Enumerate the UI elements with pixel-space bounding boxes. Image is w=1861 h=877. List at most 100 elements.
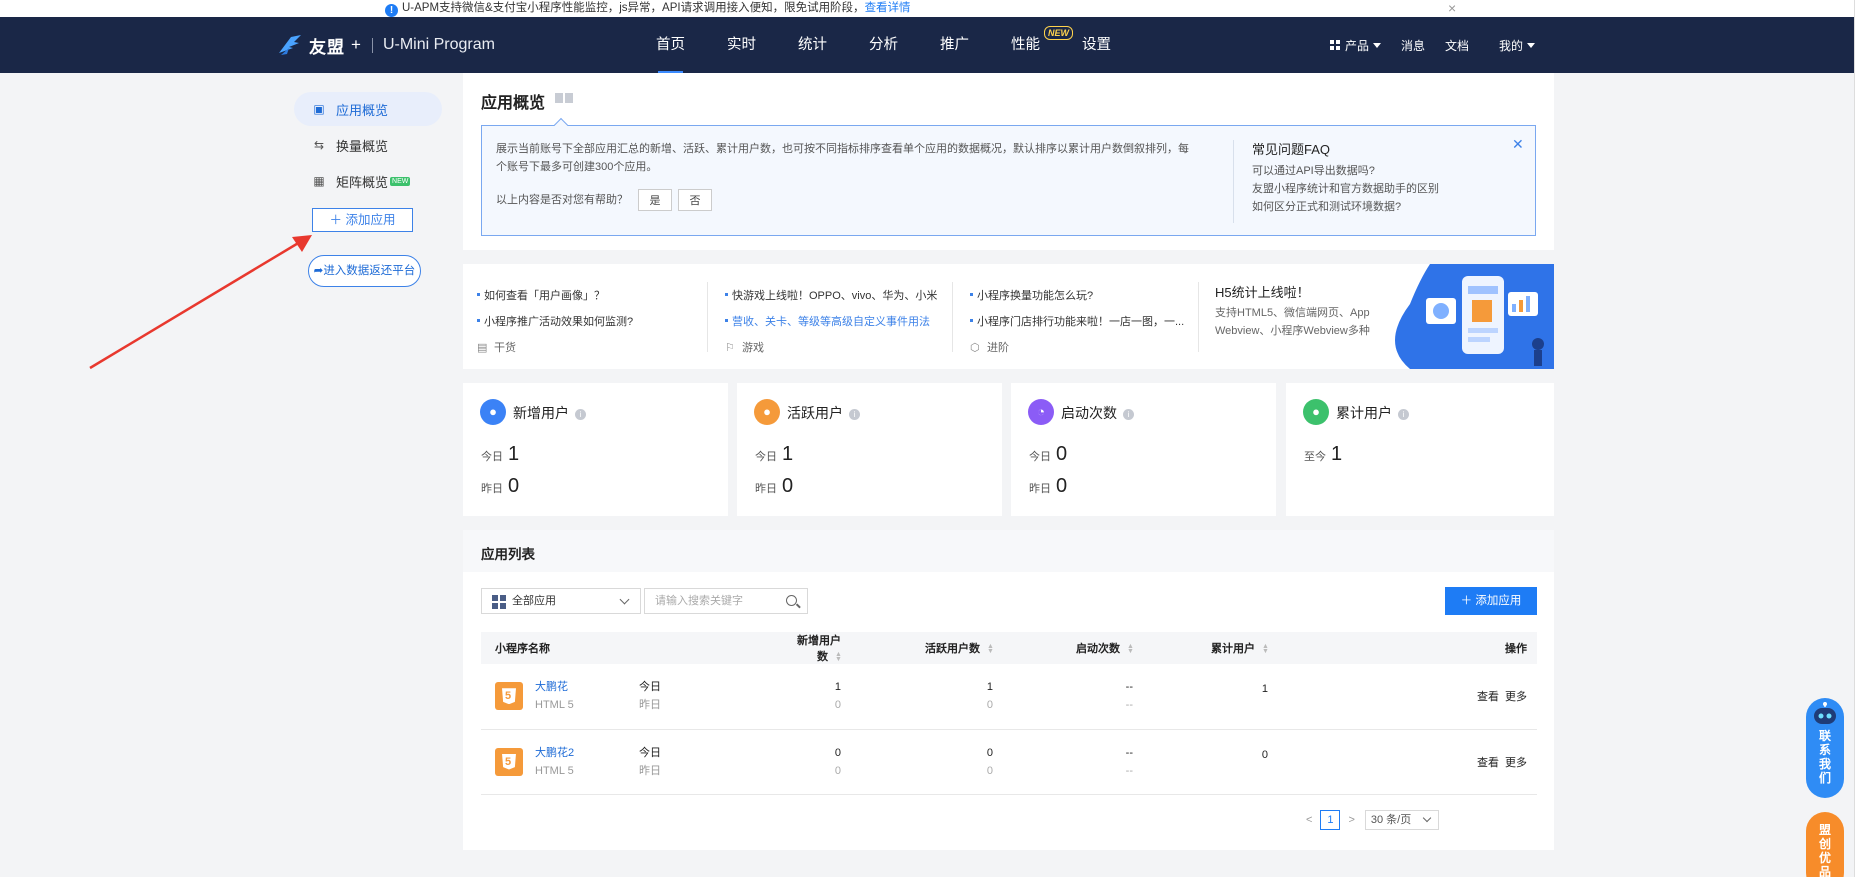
help-icon[interactable]: i [1398,409,1409,420]
info-box: 展示当前账号下全部应用汇总的新增、活跃、累计用户数，也可按不同指标排序查看单个应… [481,117,1536,236]
page-number[interactable]: 1 [1320,810,1341,830]
sidebar-add-app-button[interactable]: ＋ 添加应用 [312,208,413,232]
stat-row: 今日 0 [1029,443,1068,465]
enter-platform-button[interactable]: ➦进入数据返还平台 [308,255,421,287]
union-products-widget[interactable]: 盟创优品 [1806,812,1844,877]
mine-menu[interactable]: 我的 [1499,37,1536,54]
help-icon[interactable]: i [1123,409,1134,420]
divider [1198,282,1199,352]
page-size-select[interactable]: 30 条/页 [1364,810,1439,830]
sort-icon[interactable]: ▲ ▼ [1127,643,1134,655]
view-link[interactable]: 查看 [1477,757,1499,769]
col-new-users[interactable]: 新增用户数 ▲ ▼ [781,632,851,664]
promo-link[interactable]: 快游戏上线啦！OPPO、vivo、华为、小米 [725,283,937,309]
launch-icon: ◔ [1028,399,1054,425]
new-tag: NEW [390,176,411,186]
no-button[interactable]: 否 [678,189,712,211]
messages-link[interactable]: 消息 [1401,37,1425,54]
nav-stats[interactable]: 统计 [798,17,827,73]
h5-illustration[interactable] [1390,264,1554,369]
app-name-link[interactable]: 大鹏花 [535,678,639,696]
col-actions: 操作 [1278,632,1537,664]
chevron-down-icon [1422,813,1432,823]
promo-link[interactable]: 小程序换量功能怎么玩? [970,283,1184,309]
nav-label: 性能 [1011,37,1040,53]
user-add-icon: ● [480,399,506,425]
nav-analysis[interactable]: 分析 [869,17,898,73]
user-active-icon: ● [754,399,780,425]
brand-name: 友盟 [309,37,345,57]
nav-settings[interactable]: 设置 [1082,17,1111,73]
enter-platform-label: 进入数据返还平台 [323,265,416,277]
sort-icon[interactable]: ▲ ▼ [1262,643,1269,655]
promo-column: 小程序换量功能怎么玩? 小程序门店排行功能来啦！一店一图，一... ⬡ 进阶 [970,283,1184,361]
view-link[interactable]: 查看 [1477,691,1499,703]
help-icon[interactable]: i [575,409,586,420]
search-icon[interactable] [786,595,797,606]
book-icon[interactable] [555,92,573,104]
yes-button[interactable]: 是 [638,189,672,211]
next-page-button[interactable]: > [1348,814,1354,826]
col-active-users[interactable]: 活跃用户数 ▲ ▼ [851,632,1003,664]
docs-link[interactable]: 文档 [1445,37,1469,54]
logo-bird-icon [279,35,301,55]
app-name-link[interactable]: 大鹏花2 [535,744,639,762]
logo[interactable]: 友盟 + U-Mini Program [277,32,495,58]
table-row: 大鹏花2HTML 5 今日昨日 00 00 ---- 0 查看更多 [481,729,1537,795]
promo-link[interactable]: 小程序推广活动效果如何监测? [477,309,633,335]
divider [1233,140,1234,223]
promo-link[interactable]: 小程序门店排行功能来啦！一店一图，一... [970,309,1184,335]
sidebar-item-app-overview[interactable]: ▣ 应用概览 [294,92,442,126]
feedback-row: 以上内容是否对您有帮助？ 是 否 [496,189,712,211]
promo-column: 如何查看「用户画像」？ 小程序推广活动效果如何监测? ▤ 干货 [477,283,633,361]
nav-label: 统计 [798,37,827,53]
notice-link[interactable]: 查看详情 [865,2,911,14]
faq-link[interactable]: 友盟小程序统计和官方数据助手的区别 [1252,180,1439,198]
products-menu[interactable]: 产品 [1330,37,1382,54]
nav-promotion[interactable]: 推广 [940,17,969,73]
sort-icon[interactable]: ▲ ▼ [835,651,842,663]
sort-icon[interactable]: ▲ ▼ [987,643,994,655]
h5-promo-title[interactable]: H5统计上线啦！ [1215,282,1310,301]
stat-row: 至今 1 [1304,443,1343,465]
chevron-down-icon [619,594,630,605]
search-input[interactable]: 请输入搜索关键字 [644,588,808,614]
faq-link[interactable]: 可以通过API导出数据吗? [1252,162,1439,180]
pagination: < 1 > 30 条/页 [1306,810,1439,830]
promo-link[interactable]: 营收、关卡、等级等高级自定义事件用法 [725,309,937,335]
add-app-label: 添加应用 [1475,595,1522,607]
nav-home[interactable]: 首页 [656,17,685,73]
col-total-users[interactable]: 累计用户 ▲ ▼ [1143,632,1278,664]
sidebar-item-swap-overview[interactable]: ⇆ 换量概览 [294,128,442,162]
prev-page-button[interactable]: < [1306,814,1312,826]
app-table: 小程序名称 新增用户数▲▼ 活跃用户数▲▼ 启动次数▲▼ 累计用户▲▼ 操作 大… [481,632,1537,795]
contact-us-widget[interactable]: 联系我们 [1806,698,1844,798]
faq-link[interactable]: 如何区分正式和测试环境数据? [1252,198,1439,216]
close-icon[interactable]: ✕ [1512,136,1524,153]
col-app-name: 小程序名称 [481,632,781,664]
matrix-grid-icon: ▦ [313,174,325,188]
help-icon[interactable]: i [849,409,860,420]
app-platform: HTML 5 [535,699,574,712]
sidebar-item-matrix-overview[interactable]: ▦ 矩阵概览 NEW [294,164,442,198]
col-launches[interactable]: 启动次数 ▲ ▼ [1003,632,1143,664]
more-link[interactable]: 更多 [1505,691,1527,703]
app-filter-select[interactable]: 全部应用 [481,588,641,614]
scrollbar[interactable] [1854,0,1861,877]
nav-realtime[interactable]: 实时 [727,17,756,73]
add-app-button[interactable]: ＋ 添加应用 [1445,587,1537,615]
stat-card-new-users: ● 新增用户 i 今日 1 昨日 0 [463,383,728,516]
robot-icon [1814,702,1836,724]
sidebar-item-label: 换量概览 [336,138,389,154]
promo-link[interactable]: 如何查看「用户画像」？ [477,283,633,309]
stat-card-total-users: ● 累计用户 i 至今 1 [1286,383,1554,516]
more-link[interactable]: 更多 [1505,757,1527,769]
table-row: 大鹏花HTML 5 今日昨日 10 10 ---- 1 查看更多 [481,664,1537,730]
day-label: 昨日 [639,699,661,712]
brand-plus: + [351,35,362,54]
close-icon[interactable]: × [1448,0,1456,17]
faq-panel: 常见问题FAQ 可以通过API导出数据吗? 友盟小程序统计和官方数据助手的区别 … [1252,140,1439,216]
app-list-title: 应用列表 [481,547,535,562]
nav-performance[interactable]: 性能 NEW [1011,17,1073,73]
html5-icon [495,682,523,711]
